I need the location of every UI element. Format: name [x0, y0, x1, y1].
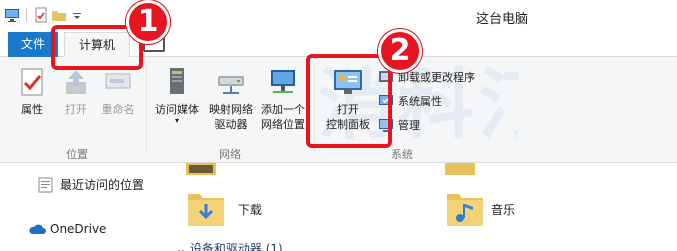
callout-box-control-panel [306, 54, 392, 148]
cloud-icon [28, 222, 46, 236]
toolbar-separator [26, 8, 27, 22]
open-icon [60, 66, 92, 98]
devices-header-label: 设备和驱动器 (1) [189, 242, 283, 251]
downloads-folder-icon [186, 188, 226, 230]
new-folder-icon[interactable] [51, 7, 67, 23]
access-media-label: 访问媒体 [155, 103, 199, 116]
folder-music[interactable]: 音乐 [445, 188, 515, 230]
step-badge-2: 2 [378, 29, 422, 73]
add-network-location-button[interactable]: 添加一个 网络位置 [258, 66, 308, 132]
nav-onedrive-label: OneDrive [50, 222, 107, 236]
folder-downloads[interactable]: 下载 [186, 188, 262, 230]
group-label-network: 网络 [219, 148, 241, 161]
recent-places-icon [38, 177, 54, 193]
folder-thumbnail-icon [186, 163, 216, 179]
map-drive-label-line2: 驱动器 [214, 118, 248, 131]
step-badge-1: 1 [126, 0, 170, 44]
quick-access-toolbar [4, 7, 85, 23]
media-server-icon [161, 66, 193, 98]
properties-icon[interactable] [33, 7, 49, 23]
manage-label: 管理 [398, 119, 420, 132]
network-location-icon [267, 66, 299, 98]
group-divider [146, 62, 147, 154]
properties-label: 属性 [21, 103, 43, 116]
nav-recent-label: 最近访问的位置 [60, 178, 145, 192]
properties-icon [16, 66, 48, 98]
uninstall-label: 卸载或更改程序 [398, 71, 475, 84]
open-label: 打开 [65, 103, 87, 116]
add-location-label-line1: 添加一个 [261, 103, 305, 116]
rename-icon [102, 66, 134, 98]
section-header-devices[interactable]: ⌄ 设备和驱动器 (1) [176, 240, 283, 251]
group-label-system: 系统 [391, 148, 413, 161]
chevron-down-icon: ⌄ [176, 242, 190, 251]
window-title: 这台电脑 [476, 12, 529, 27]
nav-item-onedrive[interactable]: OneDrive [28, 222, 106, 236]
map-network-drive-button[interactable]: 映射网络 驱动器 [206, 66, 256, 132]
network-drive-icon [215, 66, 247, 98]
music-label: 音乐 [491, 202, 516, 217]
dropdown-icon[interactable] [69, 7, 85, 23]
open-button[interactable]: 打开 [58, 66, 94, 117]
computer-icon[interactable] [4, 7, 20, 23]
chevron-down-icon: ▾ [174, 116, 179, 125]
folder-thumbnail-icon [445, 163, 475, 179]
group-label-location: 位置 [66, 148, 88, 161]
properties-button[interactable]: 属性 [12, 66, 52, 117]
rename-button[interactable]: 重命名 [96, 66, 140, 117]
map-drive-label-line1: 映射网络 [209, 103, 253, 116]
downloads-label: 下载 [238, 202, 263, 217]
system-properties-label: 系统属性 [398, 95, 442, 108]
access-media-button[interactable]: 访问媒体 ▾ [150, 66, 204, 125]
nav-item-recent[interactable]: 最近访问的位置 [38, 176, 144, 193]
music-folder-icon [445, 188, 485, 230]
rename-label: 重命名 [101, 103, 135, 116]
add-location-label-line2: 网络位置 [261, 118, 305, 131]
